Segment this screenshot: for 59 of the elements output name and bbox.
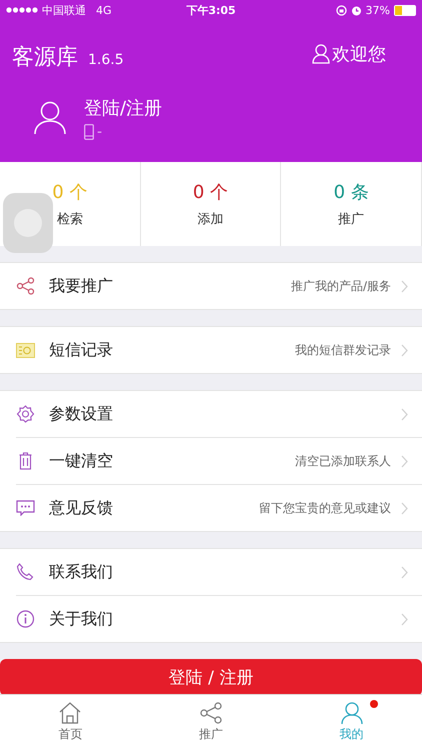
app-title: 客源库 (12, 44, 78, 72)
network-text: 4G (96, 4, 112, 16)
menu-item-detail: 我的短信群发记录 (295, 342, 391, 358)
menu-item-title: 一键清空 (49, 450, 113, 472)
share-icon (200, 702, 222, 724)
menu-item-title: 我要推广 (49, 276, 113, 296)
home-icon (59, 702, 82, 724)
login-button[interactable]: 登陆 / 注册 (0, 659, 422, 696)
stat-label[interactable]: 检索 (56, 210, 83, 228)
info-icon (16, 610, 35, 628)
chevron-icon (401, 280, 408, 292)
menu-item[interactable]: 短信记录 我的短信群发记录 (0, 327, 422, 373)
menu-item-detail: 留下您宝贵的意见或建议 (259, 500, 391, 516)
menu-item[interactable]: 参数设置 (0, 391, 422, 437)
phone-text: - (97, 124, 102, 140)
menu-item[interactable]: 一键清空 清空已添加联系人 (16, 437, 422, 484)
stat-label[interactable]: 添加 (198, 210, 224, 228)
stat-count: 0 个 (52, 181, 88, 204)
chat-icon (16, 500, 35, 516)
chevron-icon (401, 502, 408, 514)
menu-item[interactable]: 我要推广 推广我的产品/服务 (0, 263, 422, 309)
tab[interactable]: 首页 (0, 695, 141, 750)
chevron-icon (401, 454, 408, 468)
person-icon (340, 702, 363, 724)
menu-item[interactable]: 意见反馈 留下您宝贵的意见或建议 (16, 484, 422, 531)
alarm-icon (350, 4, 362, 16)
menu-item-title: 短信记录 (49, 340, 113, 360)
person-icon (312, 44, 330, 64)
clock-text: 下午3:05 (186, 2, 236, 18)
share-icon (16, 277, 35, 295)
stat-label[interactable]: 推广 (338, 210, 364, 228)
chevron-icon (401, 612, 408, 626)
chevron-icon (401, 566, 408, 578)
welcome-link[interactable]: 欢迎您 (312, 42, 386, 66)
menu-item-detail: 清空已添加联系人 (295, 452, 391, 470)
menu-item[interactable]: 联系我们 (0, 549, 422, 595)
version-text: 1.6.5 (88, 52, 124, 68)
battery-text: 37% (366, 4, 390, 16)
battery-icon (394, 4, 416, 16)
chevron-icon (401, 408, 408, 420)
message-icon (16, 342, 35, 358)
tab[interactable]: 推广 (140, 695, 282, 750)
stat-count: 0 条 (334, 181, 369, 204)
stat-count: 0 个 (192, 181, 228, 204)
menu-item-title: 参数设置 (49, 404, 113, 424)
gear-icon (16, 405, 35, 423)
login-link[interactable]: 登陆/注册 (84, 96, 162, 120)
phone-icon (84, 124, 94, 140)
signal-icon (6, 7, 38, 13)
avatar-icon[interactable] (34, 101, 66, 135)
carrier-text: 中国联通 (42, 2, 86, 18)
chevron-icon (401, 344, 408, 356)
menu-item-title: 联系我们 (49, 562, 113, 582)
phone-handset-icon (16, 563, 35, 581)
menu-item[interactable]: 关于我们 (16, 595, 422, 642)
rotation-lock-icon (336, 4, 347, 16)
menu-item-title: 意见反馈 (49, 498, 113, 518)
menu-item-detail: 推广我的产品/服务 (290, 278, 391, 294)
menu-item-title: 关于我们 (49, 608, 113, 630)
